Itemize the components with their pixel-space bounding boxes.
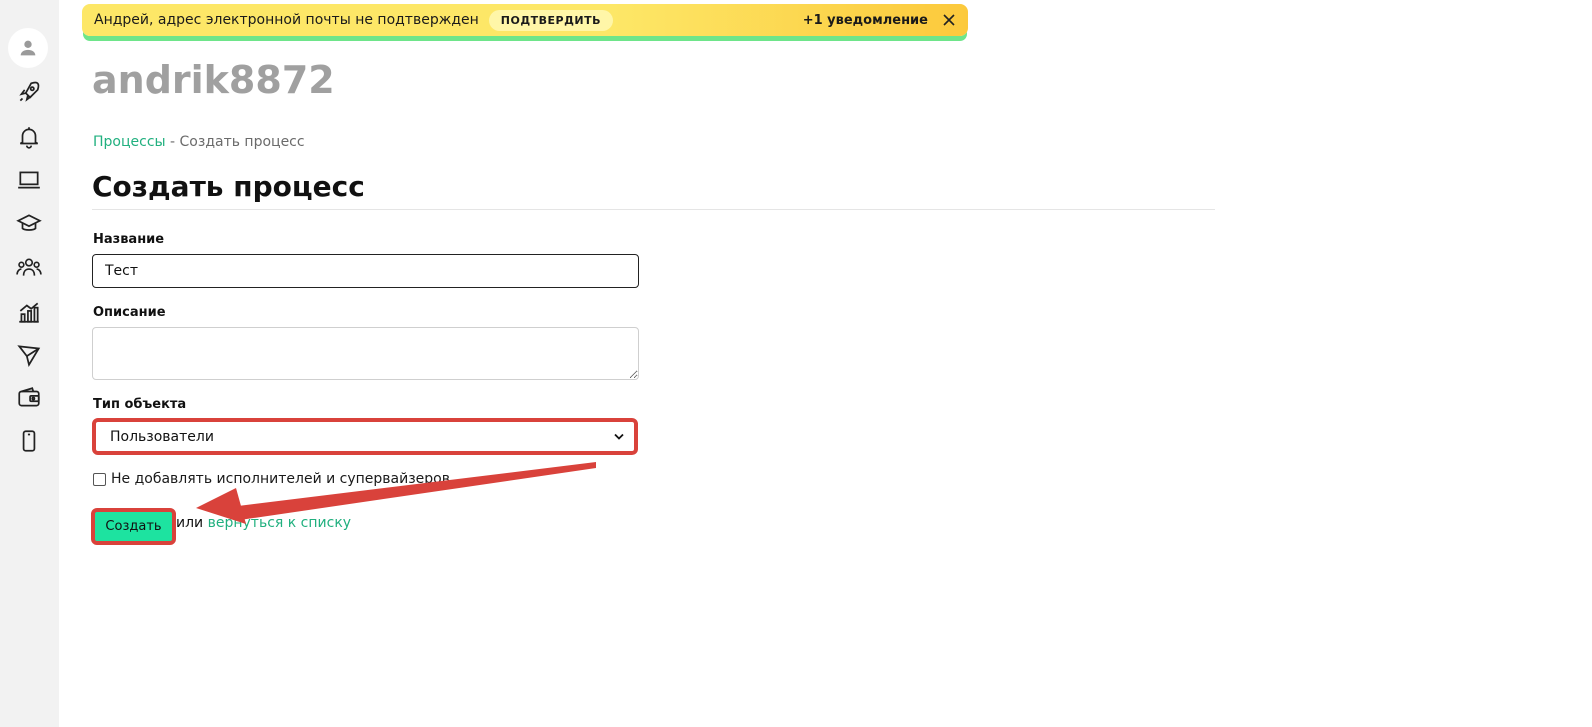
breadcrumb-separator: - (165, 134, 180, 150)
sidebar (0, 0, 59, 727)
sidebar-item-launch[interactable] (10, 73, 48, 111)
avatar[interactable] (8, 28, 48, 68)
notifications-count[interactable]: +1 уведомление (803, 13, 928, 28)
sidebar-item-mobile[interactable] (10, 422, 48, 460)
description-textarea[interactable] (92, 327, 639, 380)
graduation-cap-icon (16, 214, 42, 231)
phone-icon (22, 430, 36, 452)
skip-assignees-checkbox[interactable] (93, 472, 106, 486)
sidebar-item-courses[interactable] (10, 161, 48, 199)
or-text: или (176, 515, 204, 531)
close-icon[interactable] (942, 13, 956, 27)
wallet-icon (18, 387, 40, 407)
sidebar-item-analytics[interactable] (10, 293, 48, 331)
form-actions-text: или вернуться к списку (176, 515, 351, 531)
object-type-select[interactable]: Пользователи (92, 418, 638, 455)
sidebar-item-notifications[interactable] (10, 118, 48, 156)
rocket-icon (19, 81, 40, 102)
sidebar-item-processes[interactable] (10, 336, 48, 374)
skip-assignees-option[interactable]: Не добавлять исполнителей и супервайзеро… (93, 471, 450, 487)
breadcrumb: Процессы - Создать процесс (93, 134, 305, 150)
sidebar-item-wallet[interactable] (10, 379, 48, 417)
breadcrumb-processes-link[interactable]: Процессы (93, 134, 166, 150)
email-verification-banner: Андрей, адрес электронной почты не подтв… (82, 4, 968, 36)
sidebar-item-learning[interactable] (10, 205, 48, 243)
object-type-label: Тип объекта (93, 397, 187, 412)
sidebar-item-team[interactable] (10, 249, 48, 287)
team-icon (16, 258, 42, 276)
create-button[interactable]: Создать (91, 508, 176, 545)
object-type-selected-value: Пользователи (110, 428, 214, 445)
title-divider (92, 209, 1215, 210)
banner-message: Андрей, адрес электронной почты не подтв… (94, 12, 479, 28)
account-username: andrik8872 (92, 58, 335, 102)
back-to-list-link[interactable]: вернуться к списку (208, 515, 351, 531)
description-label: Описание (93, 305, 166, 320)
page-title: Создать процесс (92, 170, 365, 203)
confirm-email-button[interactable]: ПОДТВЕРДИТЬ (488, 9, 613, 31)
send-icon (17, 345, 41, 367)
chart-icon (19, 302, 39, 323)
name-label: Название (93, 232, 165, 247)
name-input[interactable] (92, 254, 639, 288)
breadcrumb-current: Создать процесс (179, 134, 305, 150)
skip-assignees-label: Не добавлять исполнителей и супервайзеро… (111, 471, 450, 487)
chevron-down-icon (614, 433, 624, 440)
user-icon (20, 40, 36, 56)
laptop-icon (18, 171, 40, 189)
bell-icon (19, 127, 39, 149)
